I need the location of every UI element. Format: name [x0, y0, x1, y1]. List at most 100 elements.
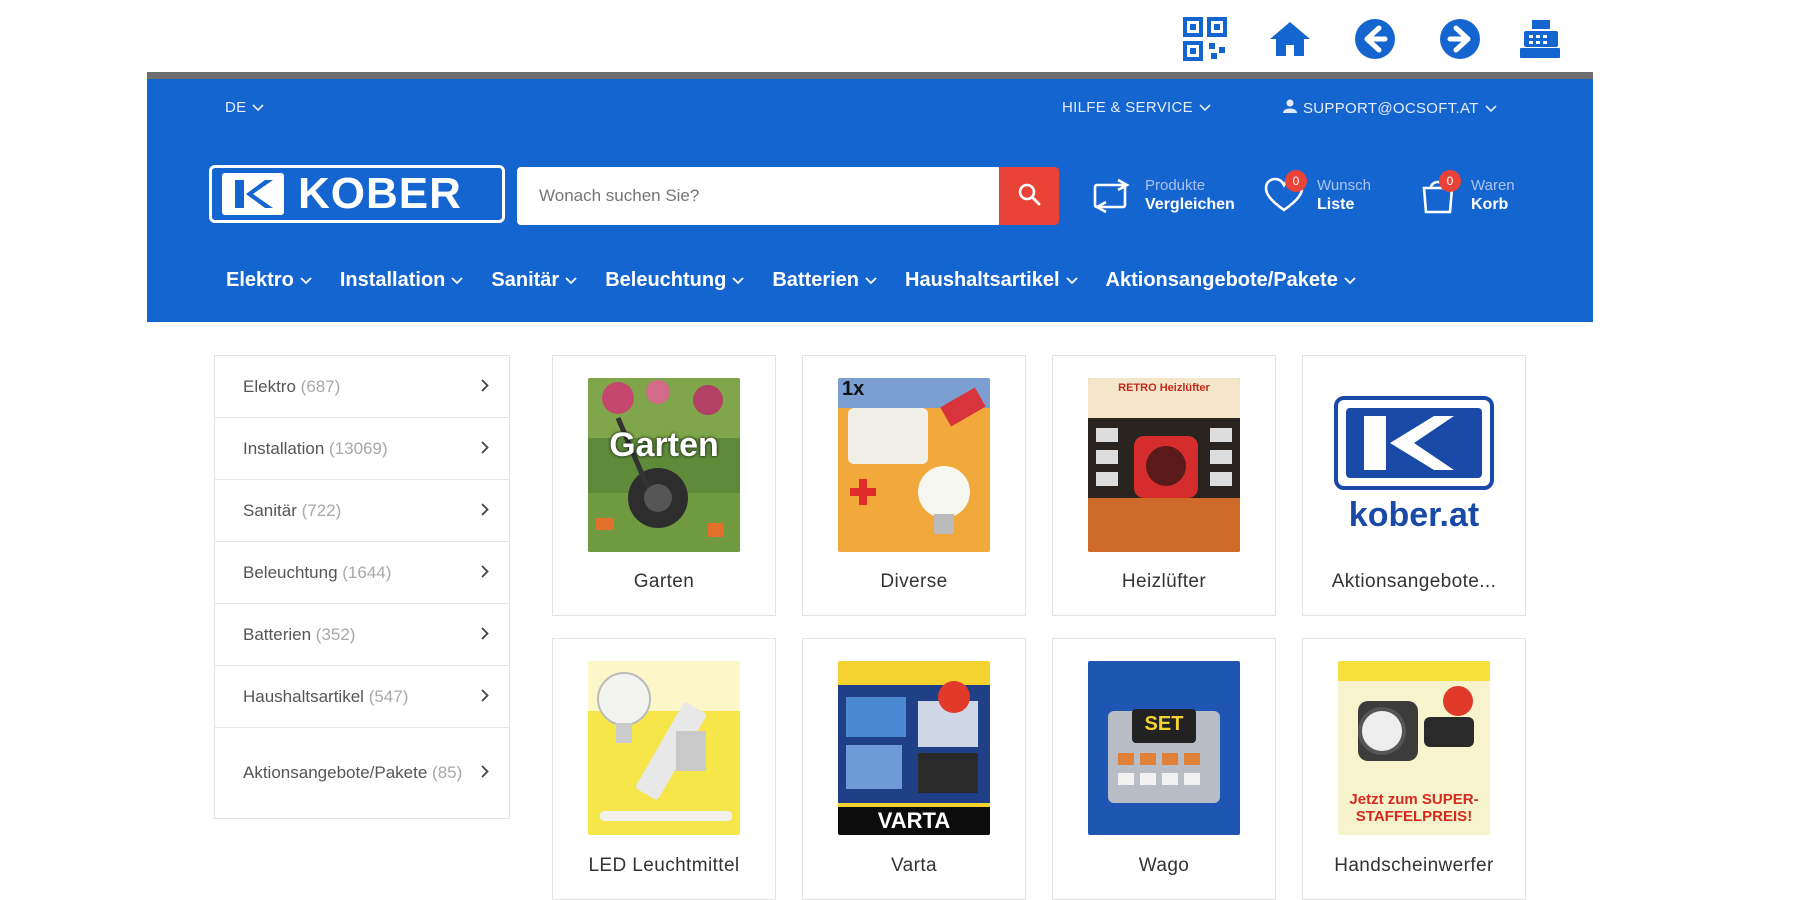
chevron-right-icon: [481, 563, 489, 583]
thumb-label: RETRO Heizlüfter: [1118, 382, 1210, 394]
back-arrow-icon[interactable]: [1350, 14, 1400, 64]
category-caption: Heizlüfter: [1121, 571, 1207, 592]
category-card-diverse[interactable]: 1x Diverse: [802, 355, 1026, 616]
account-email: SUPPORT@OCSOFT.AT: [1303, 99, 1479, 117]
thumb-label: Garten: [609, 426, 719, 464]
category-grid: Garten Garten 1x Diverse RETRO Heizlüfte…: [552, 355, 1532, 900]
cart-count-badge: 0: [1439, 170, 1461, 192]
sidebar-item-haushaltsartikel[interactable]: Haushaltsartikel (547): [215, 666, 509, 728]
qr-code-icon[interactable]: [1180, 14, 1230, 64]
wishlist-button[interactable]: 0 Wunsch Liste: [1261, 165, 1371, 225]
sidebar-item-count: (547): [368, 686, 409, 706]
chevron-down-icon: [451, 276, 464, 284]
cart-line2: Korb: [1471, 196, 1509, 213]
search-input[interactable]: [517, 167, 999, 225]
led-thumbnail: [588, 661, 740, 835]
nav-label: Installation: [339, 269, 446, 291]
sidebar-item-sanitaer[interactable]: Sanitär (722): [215, 480, 509, 542]
sidebar-item-beleuchtung[interactable]: Beleuchtung (1644): [215, 542, 509, 604]
site-header: DE HILFE & SERVICE SUPPORT@OCSOFT.AT KOB…: [147, 72, 1593, 322]
forward-arrow-icon[interactable]: [1435, 14, 1485, 64]
category-caption: Garten: [633, 571, 695, 592]
compare-line1: Produkte: [1145, 177, 1206, 194]
category-caption: Aktionsangebote...: [1331, 571, 1497, 592]
chevron-down-icon: [1485, 100, 1497, 117]
category-card-heizluefter[interactable]: RETRO Heizlüfter Heizlüfter: [1052, 355, 1276, 616]
cash-register-icon[interactable]: [1515, 14, 1565, 64]
category-card-led-leuchtmittel[interactable]: LED Leuchtmittel: [552, 638, 776, 900]
search-button[interactable]: [999, 167, 1059, 225]
category-card-aktionsangebote[interactable]: kober.at Aktionsangebote...: [1302, 355, 1526, 616]
chevron-down-icon: [565, 276, 577, 284]
handscheinwerfer-thumbnail: Jetzt zum SUPER-STAFFELPREIS!: [1338, 661, 1490, 835]
nav-label: Elektro: [226, 269, 294, 291]
sidebar-item-installation[interactable]: Installation (13069): [215, 418, 509, 480]
varta-thumbnail: VARTA: [838, 661, 990, 835]
nav-label: Haushaltsartikel: [905, 269, 1060, 291]
garten-thumbnail: Garten: [588, 378, 740, 552]
sidebar-item-count: (352): [315, 624, 356, 644]
cart-button[interactable]: 0 Waren Korb: [1415, 165, 1515, 225]
heizluefter-thumbnail: RETRO Heizlüfter: [1088, 378, 1240, 552]
category-card-handscheinwerfer[interactable]: Jetzt zum SUPER-STAFFELPREIS! Handschein…: [1302, 638, 1526, 900]
nav-item-sanitaer[interactable]: Sanitär: [491, 269, 577, 292]
nav-label: Sanitär: [491, 269, 560, 291]
wishlist-count-badge: 0: [1285, 170, 1307, 192]
sidebar-item-label: Batterien: [243, 624, 312, 644]
diverse-thumbnail: 1x: [838, 378, 990, 552]
category-sidebar: Elektro (687) Installation (13069) Sanit…: [214, 355, 510, 819]
wago-thumbnail: SET: [1088, 661, 1240, 835]
sidebar-item-count: (722): [301, 500, 342, 520]
nav-item-batterien[interactable]: Batterien: [772, 269, 877, 292]
chevron-right-icon: [481, 763, 489, 783]
thumb-label: kober.at: [1348, 496, 1480, 534]
chevron-right-icon: [481, 687, 489, 707]
compare-icon: [1089, 172, 1135, 218]
thumb-label: SET: [1144, 713, 1184, 735]
kober-logo-mark: [222, 173, 284, 215]
nav-item-installation[interactable]: Installation: [340, 269, 464, 292]
category-caption: Varta: [890, 855, 937, 876]
nav-label: Batterien: [772, 269, 860, 291]
kober-logo[interactable]: KOBER: [209, 165, 505, 223]
category-caption: Diverse: [880, 571, 948, 592]
language-selector[interactable]: DE: [225, 99, 265, 116]
sidebar-item-batterien[interactable]: Batterien (352): [215, 604, 509, 666]
chevron-right-icon: [481, 625, 489, 645]
account-menu[interactable]: SUPPORT@OCSOFT.AT: [1283, 99, 1497, 117]
heart-icon: 0: [1261, 170, 1307, 218]
search-icon: [1017, 182, 1041, 211]
nav-label: Aktionsangebote/Pakete: [1105, 269, 1338, 291]
chevron-down-icon: [1065, 276, 1078, 284]
chevron-down-icon: [732, 276, 744, 284]
home-icon[interactable]: [1265, 14, 1315, 64]
sidebar-item-label: Haushaltsartikel: [243, 686, 364, 706]
sidebar-item-label: Installation: [243, 438, 325, 458]
chevron-down-icon: [1344, 276, 1356, 284]
compare-products-button[interactable]: Produkte Vergleichen: [1089, 165, 1235, 225]
sidebar-item-elektro[interactable]: Elektro (687): [215, 356, 509, 418]
kober-at-thumbnail: kober.at: [1324, 378, 1504, 552]
sidebar-item-label: Elektro: [243, 376, 296, 396]
chevron-right-icon: [481, 501, 489, 521]
chevron-down-icon: [300, 276, 312, 284]
category-card-wago[interactable]: SET Wago: [1052, 638, 1276, 900]
category-card-garten[interactable]: Garten Garten: [552, 355, 776, 616]
nav-item-elektro[interactable]: Elektro: [226, 269, 312, 292]
main-nav: Elektro Installation Sanitär Beleuchtung…: [226, 269, 1384, 292]
sidebar-item-aktionsangebote[interactable]: Aktionsangebote/Pakete (85): [215, 728, 509, 818]
shopping-bag-icon: 0: [1415, 170, 1461, 218]
category-card-varta[interactable]: VARTA Varta: [802, 638, 1026, 900]
chevron-down-icon: [865, 276, 877, 284]
nav-label: Beleuchtung: [605, 269, 727, 291]
help-service-menu[interactable]: HILFE & SERVICE: [1062, 99, 1211, 116]
category-caption: Handscheinwerfer: [1334, 855, 1494, 876]
category-caption: LED Leuchtmittel: [588, 855, 740, 876]
language-label: DE: [225, 99, 247, 116]
chevron-down-icon: [1199, 99, 1211, 116]
sidebar-item-count: (13069): [329, 438, 388, 458]
sidebar-item-count: (687): [300, 376, 341, 396]
nav-item-haushaltsartikel[interactable]: Haushaltsartikel: [905, 269, 1078, 292]
nav-item-beleuchtung[interactable]: Beleuchtung: [605, 269, 744, 292]
nav-item-aktionsangebote[interactable]: Aktionsangebote/Pakete: [1106, 269, 1356, 292]
